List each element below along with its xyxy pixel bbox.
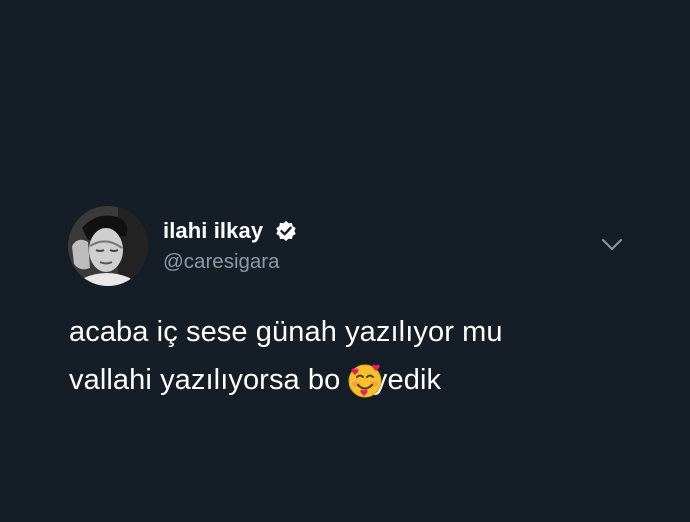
- user-handle[interactable]: @caresigara: [163, 250, 280, 274]
- display-name[interactable]: ilahi ilkay: [163, 218, 263, 244]
- avatar[interactable]: [68, 206, 148, 286]
- smiling-face-with-hearts-icon: [348, 364, 382, 398]
- verified-badge-icon: [276, 221, 296, 241]
- tweet-card: ilahi ilkay @caresigara acaba iç sese gü…: [0, 0, 690, 522]
- tweet-text-line-2: vallahi yazılıyorsa bo u yedik: [69, 364, 442, 396]
- chevron-down-icon[interactable]: [600, 237, 624, 253]
- tweet-text-line-1: acaba iç sese günah yazılıyor mu: [69, 316, 503, 348]
- profile-photo-icon: [68, 206, 148, 286]
